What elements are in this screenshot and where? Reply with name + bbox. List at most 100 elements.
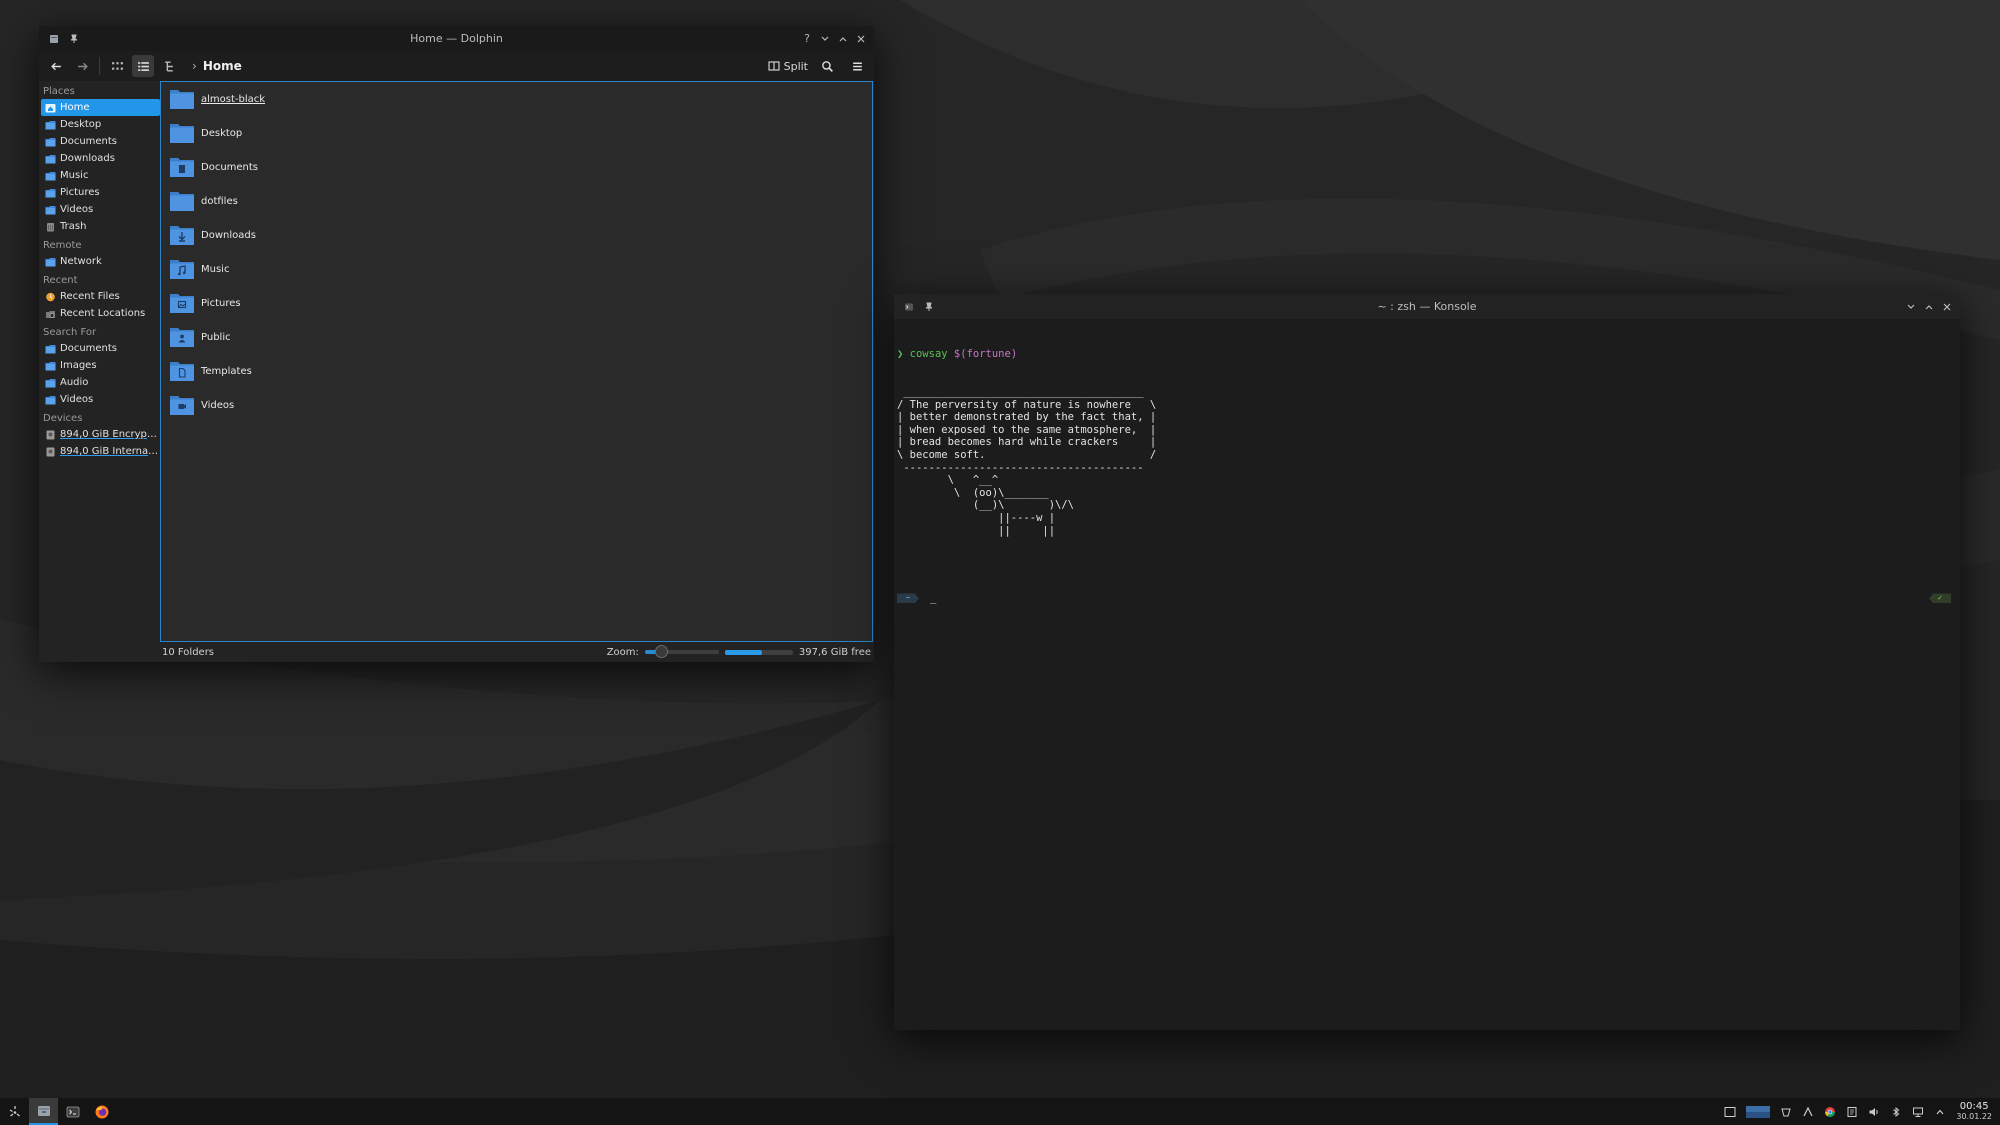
places-section-header: Places <box>43 86 75 97</box>
network-icon[interactable] <box>1912 1106 1924 1118</box>
places-item-894-0-gib-internal-dri[interactable]: 894,0 GiB Internal Dri... <box>41 443 160 460</box>
places-item-recent-locations[interactable]: Recent Locations <box>41 305 160 322</box>
search-images-icon <box>45 361 56 371</box>
places-item-trash[interactable]: Trash <box>41 218 160 235</box>
details-view-icon[interactable] <box>158 55 180 77</box>
dolphin-titlebar[interactable]: Home — Dolphin ? <box>39 26 874 51</box>
places-item-pictures[interactable]: Pictures <box>41 184 160 201</box>
file-item-documents[interactable]: Documents <box>161 150 872 184</box>
split-button[interactable]: Split <box>768 60 808 73</box>
file-item-downloads[interactable]: Downloads <box>161 218 872 252</box>
tray-expand-icon[interactable] <box>1934 1106 1946 1118</box>
kde-connect-icon[interactable] <box>1802 1106 1814 1118</box>
minimize-icon[interactable] <box>1904 300 1918 314</box>
notes-icon[interactable] <box>1846 1106 1858 1118</box>
maximize-icon[interactable] <box>1922 300 1936 314</box>
pin-icon[interactable] <box>67 32 81 46</box>
command-argument: $(fortune) <box>953 348 1018 361</box>
hamburger-menu-icon[interactable] <box>846 55 868 77</box>
close-icon[interactable] <box>854 32 868 46</box>
file-item-dotfiles[interactable]: dotfiles <box>161 184 872 218</box>
file-item-pictures[interactable]: Pictures <box>161 286 872 320</box>
breadcrumb[interactable]: › Home <box>192 59 242 73</box>
terminal-output: ______________________________________ / … <box>897 386 1957 537</box>
places-item-videos[interactable]: Videos <box>41 201 160 218</box>
zoom-slider[interactable] <box>644 645 719 658</box>
system-tray: 00:45 30.01.22 <box>1724 1101 2000 1122</box>
konsole-app-icon[interactable] <box>902 300 916 314</box>
command-name: cowsay <box>909 348 948 361</box>
terminal-output-line: -------------------------------------- <box>897 461 1144 474</box>
clock[interactable]: 00:45 30.01.22 <box>1956 1101 1992 1122</box>
chrome-icon[interactable] <box>1824 1106 1836 1118</box>
pin-icon[interactable] <box>922 300 936 314</box>
minimize-icon[interactable] <box>818 32 832 46</box>
dolphin-toolbar: › Home Split <box>39 51 874 81</box>
places-item-documents[interactable]: Documents <box>41 340 160 357</box>
file-item-public[interactable]: Public <box>161 320 872 354</box>
places-item-desktop[interactable]: Desktop <box>41 116 160 133</box>
prompt-status-badge: ✓ <box>1929 593 1951 604</box>
places-item-894-0-gib-encrypted[interactable]: 894,0 GiB Encrypted ... <box>41 426 160 443</box>
places-item-label: 894,0 GiB Encrypted ... <box>60 429 160 440</box>
places-item-music[interactable]: Music <box>41 167 160 184</box>
places-item-documents[interactable]: Documents <box>41 133 160 150</box>
file-view[interactable]: almost-black Desktop Documents dotfiles Down… <box>160 81 873 642</box>
taskbar-konsole-icon[interactable] <box>58 1098 87 1125</box>
maximize-icon[interactable] <box>836 32 850 46</box>
compact-view-icon[interactable] <box>132 55 154 77</box>
search-videos-icon <box>45 395 56 405</box>
places-item-images[interactable]: Images <box>41 357 160 374</box>
file-item-desktop[interactable]: Desktop <box>161 116 872 150</box>
dolphin-app-icon[interactable] <box>47 32 61 46</box>
terminal-area[interactable]: ❯ cowsay $(fortune) ____________________… <box>894 319 1960 1030</box>
folder-icon <box>169 393 195 417</box>
application-launcher-icon[interactable] <box>0 1098 29 1125</box>
pager-icon[interactable] <box>1746 1105 1771 1118</box>
file-name: Documents <box>201 161 259 173</box>
taskbar-dolphin-icon[interactable] <box>29 1098 58 1125</box>
home-icon <box>45 103 56 113</box>
places-section-header: Recent <box>43 275 78 286</box>
zoom-slider-handle[interactable] <box>655 645 669 658</box>
places-item-label: Images <box>60 360 97 371</box>
terminal-output-line: ||----w | <box>897 511 1056 524</box>
file-item-templates[interactable]: Templates <box>161 354 872 388</box>
split-view-icon <box>768 61 780 71</box>
drive-icon <box>45 430 56 440</box>
places-item-label: Desktop <box>60 119 102 130</box>
icons-view-icon[interactable] <box>106 55 128 77</box>
places-item-videos[interactable]: Videos <box>41 391 160 408</box>
forward-arrow-icon[interactable] <box>71 55 93 77</box>
terminal-output-line: | bread becomes hard while crackers | <box>897 436 1157 449</box>
file-item-videos[interactable]: Videos <box>161 388 872 422</box>
show-desktop-icon[interactable] <box>1724 1106 1736 1118</box>
recent-locations-icon <box>45 309 56 319</box>
places-item-label: Videos <box>60 204 94 215</box>
places-item-network[interactable]: Network <box>41 253 160 270</box>
file-item-almost-black[interactable]: almost-black <box>161 82 872 116</box>
places-item-downloads[interactable]: Downloads <box>41 150 160 167</box>
search-icon[interactable] <box>816 55 838 77</box>
back-arrow-icon[interactable] <box>45 55 67 77</box>
breadcrumb-chevron-icon: › <box>192 59 197 73</box>
help-icon[interactable]: ? <box>800 32 814 46</box>
terminal-output-line: \ (oo)\_______ <box>897 486 1049 499</box>
konsole-titlebar[interactable]: ~ : zsh — Konsole <box>894 294 1960 319</box>
free-space-bar <box>724 649 793 655</box>
file-name: Templates <box>201 365 252 377</box>
file-item-music[interactable]: Music <box>161 252 872 286</box>
places-item-home[interactable]: Home <box>41 99 160 116</box>
status-bar: 10 Folders Zoom: 397,6 GiB free <box>160 642 873 662</box>
places-item-label: Trash <box>60 221 87 232</box>
taskbar-firefox-icon[interactable] <box>87 1098 116 1125</box>
places-item-recent-files[interactable]: Recent Files <box>41 288 160 305</box>
breadcrumb-home[interactable]: Home <box>203 59 242 73</box>
bluetooth-icon[interactable] <box>1890 1106 1902 1118</box>
volume-icon[interactable] <box>1868 1106 1880 1118</box>
places-item-audio[interactable]: Audio <box>41 374 160 391</box>
close-icon[interactable] <box>1940 300 1954 314</box>
clipboard-icon[interactable] <box>1780 1106 1792 1118</box>
folder-icon <box>169 359 195 383</box>
dolphin-window: Home — Dolphin ? › Home Split Places Hom… <box>39 26 874 662</box>
